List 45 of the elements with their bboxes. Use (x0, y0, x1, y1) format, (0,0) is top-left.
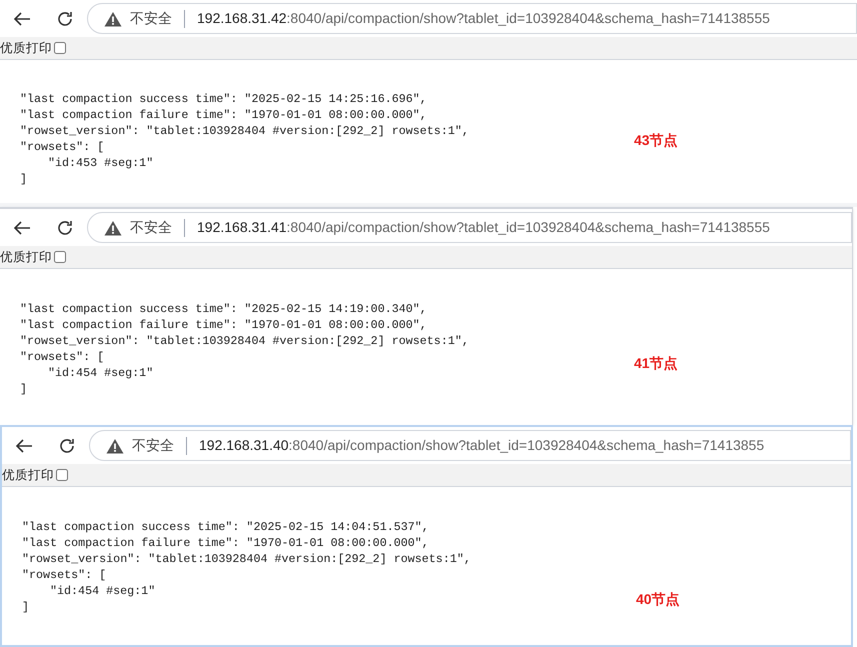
json-line: "rowsets": [ (20, 349, 104, 365)
address-bar[interactable]: 不安全 192.168.31.40:8040/api/compaction/show?tablet_id=103928404&schema_hash=71413855 (89, 430, 851, 461)
reload-icon (56, 218, 74, 236)
print-checkbox[interactable] (56, 469, 68, 481)
json-line: "rowsets": [ (22, 567, 106, 583)
json-line: "last compaction success time": "2025-02-15 14:04:51.537", (22, 519, 429, 535)
node-label: 40节点 (636, 590, 680, 609)
security-label: 不安全 (130, 218, 172, 237)
url-text: 192.168.31.41:8040/api/compaction/show?tablet_id=103928404&schema_hash=714138555 (197, 218, 770, 237)
json-line: "rowsets": [ (20, 139, 104, 155)
back-arrow-icon (15, 438, 33, 454)
json-line: "last compaction failure time": "1970-01-01 08:00:00.000", (22, 535, 429, 551)
back-arrow-icon (13, 220, 31, 236)
json-line: "rowset_version": "tablet:103928404 #version:[292_2] rowsets:1", (20, 333, 469, 349)
warning-icon (106, 438, 124, 454)
print-checkbox[interactable] (54, 251, 66, 263)
json-line: "last compaction failure time": "1970-01-01 08:00:00.000", (20, 107, 427, 123)
json-line: "last compaction success time": "2025-02-15 14:25:16.696", (20, 91, 427, 107)
security-label: 不安全 (130, 9, 172, 28)
node-label: 41节点 (634, 354, 678, 373)
print-label: 优质打印 (2, 466, 54, 484)
print-label: 优质打印 (0, 248, 52, 266)
print-checkbox[interactable] (54, 42, 66, 54)
json-line: "id:454 #seg:1" (47, 365, 154, 381)
json-line: "rowset_version": "tablet:103928404 #version:[292_2] rowsets:1", (22, 551, 471, 567)
url-text: 192.168.31.40:8040/api/compaction/show?tablet_id=103928404&schema_hash=71413855 (199, 436, 764, 455)
json-line: "last compaction success time": "2025-02-15 14:19:00.340", (20, 301, 427, 317)
json-line: ] (22, 599, 30, 615)
reload-icon (56, 10, 74, 28)
json-line: "last compaction failure time": "1970-01-01 08:00:00.000", (20, 317, 427, 333)
security-label: 不安全 (132, 436, 174, 455)
address-bar[interactable]: 不安全 192.168.31.42:8040/api/compaction/show?tablet_id=103928404&schema_hash=714138555 (87, 3, 857, 34)
warning-icon (104, 10, 122, 26)
warning-icon (104, 220, 122, 236)
back-arrow-icon (13, 10, 31, 26)
address-bar[interactable]: 不安全 192.168.31.41:8040/api/compaction/show?tablet_id=103928404&schema_hash=714138555 (87, 212, 852, 243)
json-line: "id:454 #seg:1" (49, 583, 156, 599)
url-text: 192.168.31.42:8040/api/compaction/show?tablet_id=103928404&schema_hash=714138555 (197, 9, 770, 28)
reload-icon (58, 436, 76, 454)
json-line: "id:453 #seg:1" (47, 155, 154, 171)
print-label: 优质打印 (0, 40, 52, 57)
json-line: "rowset_version": "tablet:103928404 #version:[292_2] rowsets:1", (20, 123, 469, 139)
json-line: ] (20, 381, 28, 397)
node-label: 43节点 (634, 131, 678, 150)
json-line: ] (20, 171, 28, 187)
